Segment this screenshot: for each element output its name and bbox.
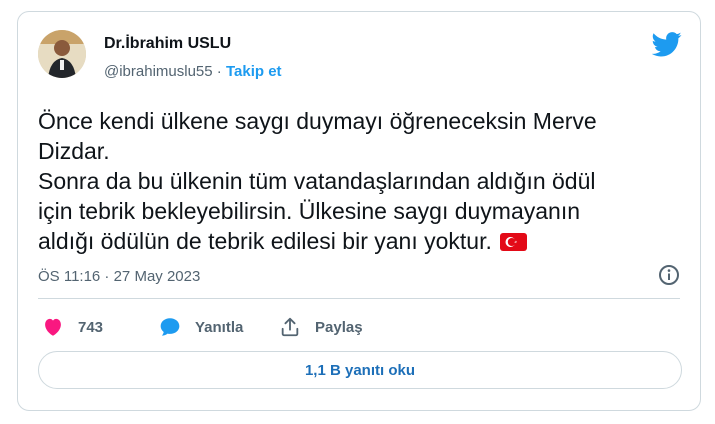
heart-icon [45,318,61,336]
read-replies-button[interactable]: 1,1 B yanıtı oku [38,351,682,389]
separator-dot: · [216,63,222,80]
like-count: 743 [78,318,104,336]
tweet-line-4: için tebrik bekleyebilirsin. Ülkesine sa… [38,198,581,224]
like-button[interactable]: 743 [42,315,103,339]
avatar[interactable] [38,30,86,78]
reply-label: Yanıtla [195,318,244,336]
reply-button[interactable]: Yanıtla [159,315,243,339]
tweet-line-2: Dizdar. [38,138,110,164]
tweet-text: Önce kendi ülkene saygı duymayı öğrenece… [38,106,678,256]
turkey-flag-icon [499,233,527,251]
reply-icon [160,318,180,336]
follow-link[interactable]: Takip et [226,63,282,80]
author-name[interactable]: Dr.İbrahim USLU [104,35,231,53]
tweet-line-3: Sonra da bu ülkenin tüm vatandaşlarından… [38,168,596,194]
share-icon [281,317,299,337]
twitter-bird-icon[interactable] [652,32,682,57]
author-handle-row: @ibrahimuslu55 · Takip et [104,63,282,80]
share-label: Paylaş [315,318,363,336]
share-button[interactable]: Paylaş [279,315,363,339]
tweet-line-1: Önce kendi ülkene saygı duymayı öğrenece… [38,108,597,134]
tweet-timestamp[interactable]: ÖS 11:16 · 27 May 2023 [38,268,200,285]
tweet-line-5: aldığı ödülün de tebrik edilesi bir yanı… [38,228,492,254]
divider [38,298,680,299]
info-icon[interactable] [658,264,680,286]
author-handle[interactable]: @ibrahimuslu55 [104,63,213,80]
tweet-card: Dr.İbrahim USLU @ibrahimuslu55 · Takip e… [17,11,701,411]
